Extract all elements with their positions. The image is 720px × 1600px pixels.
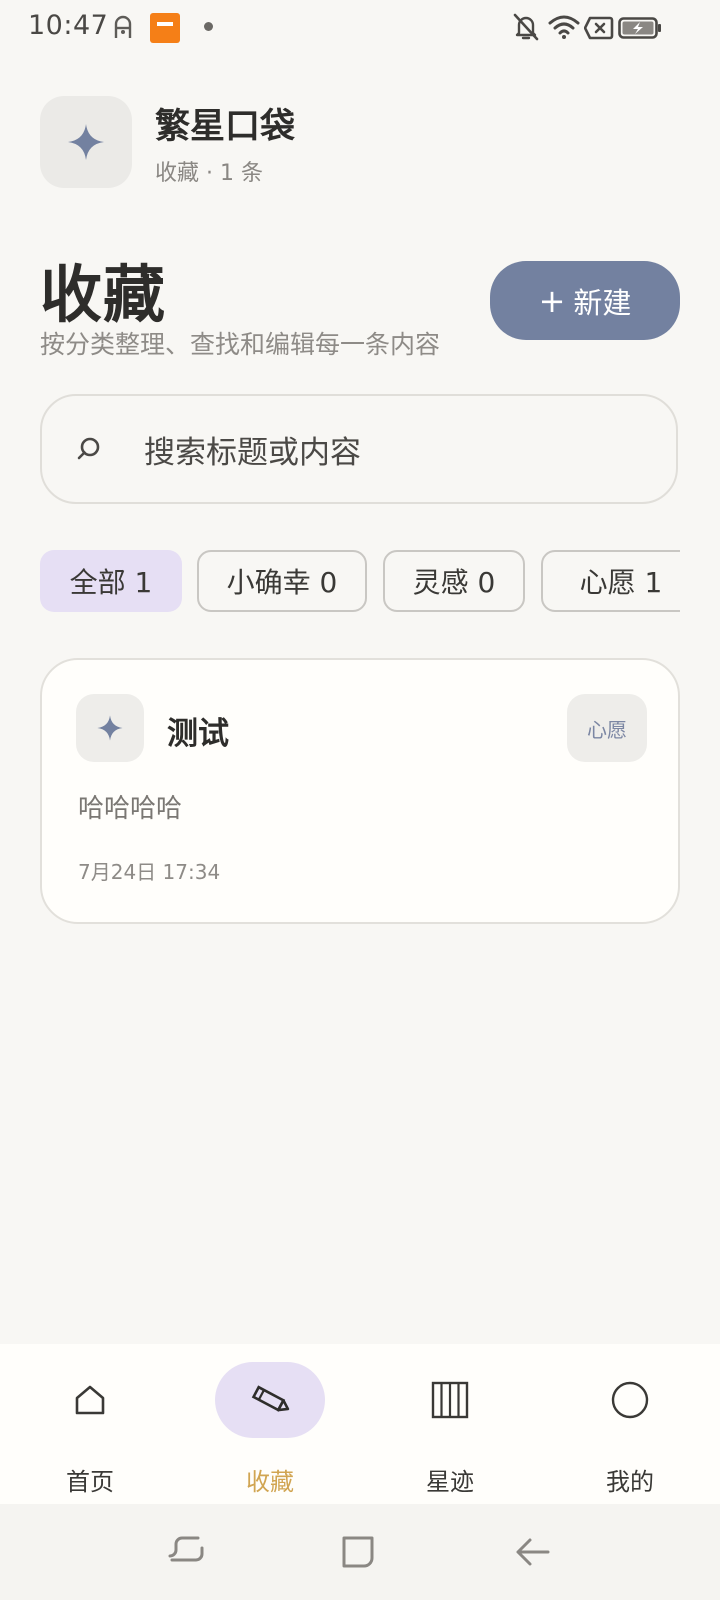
list-item[interactable]: 测试 心愿 哈哈哈哈 7月24日 17:34 [40,658,680,924]
page-description: 按分类整理、查找和编辑每一条内容 [40,330,441,359]
filter-chip-inspiration[interactable]: 灵感 0 [383,550,525,612]
filter-chip-label: 心愿 1 [579,566,663,599]
sparkle-icon [68,124,104,160]
back-icon[interactable] [514,1534,550,1570]
app-logo [40,96,132,188]
bell-off-icon [513,13,539,41]
system-nav-bar [0,1504,720,1600]
filter-chip-small-joys[interactable]: 小确幸 0 [197,550,367,612]
search-input[interactable]: 搜索标题或内容 [40,394,678,504]
recents-icon[interactable] [168,1534,204,1570]
page-title: 收藏 [40,258,167,331]
search-placeholder: 搜索标题或内容 [144,434,361,471]
nav-profile[interactable]: 我的 [540,1344,720,1504]
filter-chip-label: 灵感 0 [412,566,496,599]
filter-chip-label: 全部 1 [69,566,153,599]
sparkle-icon [97,715,123,741]
nav-label: 我的 [606,1468,654,1496]
search-icon [77,437,100,460]
nav-favorites[interactable]: 收藏 [180,1344,360,1504]
category-filter-bar: 全部 1 小确幸 0 灵感 0 心愿 1 [40,550,680,616]
app-subtitle: 收藏 · 1 条 [155,161,263,186]
circle-icon [611,1381,649,1419]
item-content: 哈哈哈哈 [78,794,183,824]
bottom-nav: 首页 收藏 星迹 我的 [0,1344,720,1504]
filter-chip-label: 小确幸 0 [226,566,338,599]
category-badge: 心愿 [567,694,647,762]
filter-chip-all[interactable]: 全部 1 [40,550,182,612]
no-sim-icon [584,16,614,40]
nav-star-trail[interactable]: 星迹 [360,1344,540,1504]
ghost-notification-icon [114,15,132,38]
new-button[interactable]: + 新建 [490,261,680,340]
wifi-icon [548,15,580,39]
card-icon [76,694,144,762]
item-timestamp: 7月24日 17:34 [78,860,221,884]
nav-home[interactable]: 首页 [0,1344,180,1504]
app-name: 繁星口袋 [155,107,296,147]
nav-label: 星迹 [426,1468,474,1496]
pencil-icon [251,1385,290,1412]
item-title: 测试 [167,716,229,752]
orange-app-icon [150,13,180,43]
columns-icon [431,1381,469,1419]
plus-icon: + [538,281,566,320]
dot-icon [204,22,213,31]
home-square-icon[interactable] [340,1534,376,1570]
home-icon [75,1385,105,1415]
battery-charging-icon [618,17,661,39]
status-time: 10:47 [28,10,109,41]
nav-label: 收藏 [246,1468,294,1496]
new-button-label: 新建 [573,285,632,320]
nav-label: 首页 [66,1468,114,1496]
filter-chip-wishes[interactable]: 心愿 1 [541,550,680,612]
